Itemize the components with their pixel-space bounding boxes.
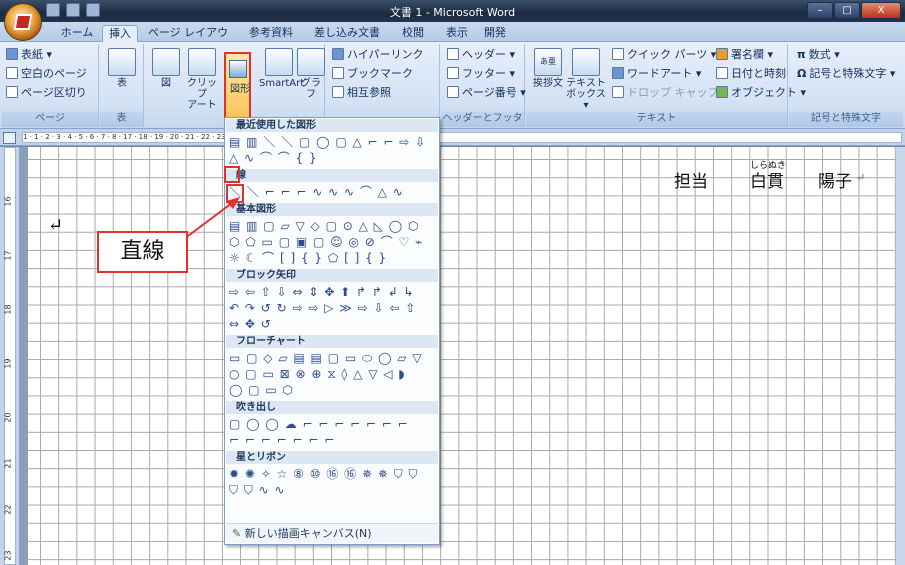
callout-arrow-icon bbox=[187, 197, 240, 237]
lines-section-highlight bbox=[224, 166, 240, 183]
line-shape-highlight bbox=[226, 184, 244, 203]
